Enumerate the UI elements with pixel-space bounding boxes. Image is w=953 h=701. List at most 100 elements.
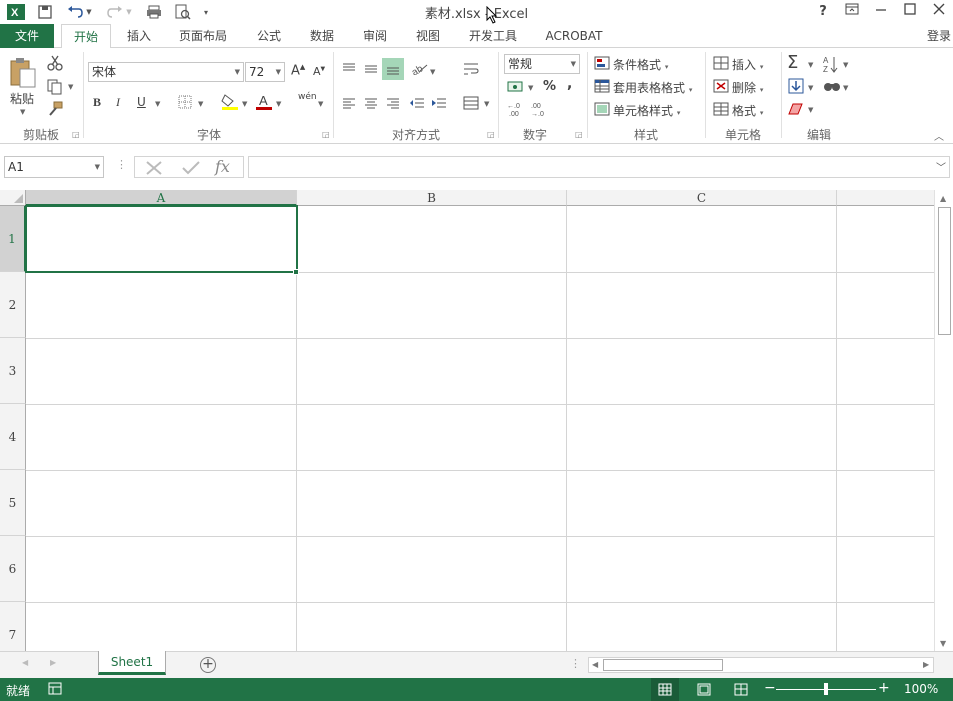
fill-icon[interactable]: [787, 78, 805, 94]
autosum-dropdown-icon[interactable]: ▼: [808, 61, 813, 69]
copy-dropdown-icon[interactable]: ▼: [68, 83, 73, 91]
align-right-icon[interactable]: [384, 95, 402, 111]
row-header-5[interactable]: 5: [0, 470, 26, 536]
clear-icon[interactable]: [787, 101, 805, 117]
ribbon-display-icon[interactable]: [841, 2, 863, 22]
increase-decimal-icon[interactable]: ←.0.00: [506, 101, 524, 117]
wrap-text-icon[interactable]: [461, 60, 481, 78]
tab-developer[interactable]: 开发工具: [462, 24, 524, 48]
font-launcher-icon[interactable]: ◲: [322, 130, 330, 139]
format-as-table-icon[interactable]: [593, 78, 611, 94]
row-header-3[interactable]: 3: [0, 338, 26, 404]
minimize-icon[interactable]: [870, 2, 892, 22]
clear-dropdown-icon[interactable]: ▼: [808, 106, 813, 114]
format-cells-icon[interactable]: [712, 101, 730, 117]
conditional-format-icon[interactable]: [593, 55, 611, 71]
tab-review[interactable]: 审阅: [354, 24, 396, 48]
row-header-6[interactable]: 6: [0, 536, 26, 602]
zoom-slider-thumb[interactable]: [824, 683, 828, 695]
bold-button[interactable]: B: [93, 95, 101, 110]
horizontal-scroll-thumb[interactable]: [603, 659, 723, 671]
tab-home[interactable]: 开始: [61, 24, 111, 49]
fill-color-dropdown-icon[interactable]: ▼: [242, 100, 247, 108]
zoom-in-icon[interactable]: +: [878, 680, 890, 696]
delete-cells-icon[interactable]: [712, 78, 730, 94]
tab-page-layout[interactable]: 页面布局: [172, 24, 234, 48]
clipboard-launcher-icon[interactable]: ◲: [72, 130, 80, 139]
format-cells-button[interactable]: 格式 ▾: [732, 102, 763, 119]
macro-record-icon[interactable]: [48, 682, 62, 698]
cut-icon[interactable]: [46, 55, 64, 71]
scroll-sheets-right-icon[interactable]: ▶: [50, 658, 56, 667]
font-name-select[interactable]: 宋体 ▼: [88, 62, 244, 82]
tab-insert[interactable]: 插入: [118, 24, 160, 48]
normal-view-icon[interactable]: [651, 678, 679, 701]
align-center-icon[interactable]: [362, 95, 380, 111]
cell-styles-icon[interactable]: [593, 101, 611, 117]
alignment-launcher-icon[interactable]: ◲: [487, 130, 495, 139]
number-format-select[interactable]: 常规 ▼: [504, 54, 580, 74]
cancel-entry-icon[interactable]: [145, 160, 163, 176]
confirm-entry-icon[interactable]: [181, 160, 201, 176]
delete-cells-button[interactable]: 删除 ▾: [732, 79, 763, 96]
align-top-icon[interactable]: [340, 60, 358, 76]
format-painter-icon[interactable]: [46, 101, 64, 117]
font-color-icon[interactable]: A: [255, 93, 273, 111]
find-select-icon[interactable]: [822, 78, 842, 94]
fill-handle[interactable]: [293, 269, 299, 275]
scroll-right-icon[interactable]: ▶: [923, 660, 929, 669]
increase-font-icon[interactable]: A▲: [291, 63, 305, 78]
underline-button[interactable]: U: [137, 95, 146, 109]
fill-dropdown-icon[interactable]: ▼: [808, 84, 813, 92]
insert-function-icon[interactable]: fx: [215, 157, 230, 176]
decrease-decimal-icon[interactable]: .00 →.0: [530, 101, 548, 117]
number-launcher-icon[interactable]: ◲: [575, 130, 583, 139]
decrease-indent-icon[interactable]: [408, 95, 426, 111]
accounting-dropdown-icon[interactable]: ▼: [528, 84, 533, 92]
zoom-level[interactable]: 100%: [904, 682, 938, 696]
increase-indent-icon[interactable]: [430, 95, 448, 111]
orientation-icon[interactable]: ab: [409, 60, 429, 76]
scroll-left-icon[interactable]: ◀: [592, 660, 598, 669]
selected-cell-a1[interactable]: [25, 205, 298, 273]
align-bottom-icon[interactable]: [382, 58, 404, 80]
accounting-format-icon[interactable]: [506, 79, 526, 95]
font-size-select[interactable]: 72 ▼: [245, 62, 285, 82]
align-left-icon[interactable]: [340, 95, 358, 111]
vertical-scroll-thumb[interactable]: [938, 207, 951, 335]
add-sheet-icon[interactable]: +: [200, 657, 216, 673]
worksheet-grid[interactable]: A B C 1 2 3 4 5 6 7: [0, 190, 934, 651]
cell-styles-button[interactable]: 单元格样式 ▾: [613, 102, 680, 119]
font-color-dropdown-icon[interactable]: ▼: [276, 100, 281, 108]
conditional-format-button[interactable]: 条件格式 ▾: [613, 56, 668, 73]
name-box[interactable]: A1 ▼: [4, 156, 104, 178]
sheet-tab-sheet1[interactable]: Sheet1: [98, 651, 166, 675]
scroll-sheets-left-icon[interactable]: ◀: [22, 658, 28, 667]
scroll-up-icon[interactable]: ▲: [940, 194, 946, 203]
italic-button[interactable]: I: [116, 95, 120, 110]
align-middle-icon[interactable]: [362, 60, 380, 76]
tab-view[interactable]: 视图: [407, 24, 449, 48]
row-header-4[interactable]: 4: [0, 404, 26, 470]
maximize-icon[interactable]: [899, 2, 921, 22]
paste-dropdown-icon[interactable]: ▼: [20, 108, 25, 116]
decrease-font-icon[interactable]: A▼: [313, 65, 325, 78]
row-header-2[interactable]: 2: [0, 272, 26, 338]
help-icon[interactable]: ?: [812, 2, 834, 22]
login-link[interactable]: 登录: [925, 24, 953, 48]
column-header-c[interactable]: C: [567, 190, 837, 206]
close-icon[interactable]: [928, 2, 950, 22]
sort-dropdown-icon[interactable]: ▼: [843, 61, 848, 69]
paste-icon[interactable]: [8, 56, 38, 90]
autosum-icon[interactable]: Σ: [787, 52, 798, 73]
horizontal-scrollbar[interactable]: ◀ ▶: [588, 657, 934, 673]
tab-formulas[interactable]: 公式: [248, 24, 290, 48]
merge-dropdown-icon[interactable]: ▼: [484, 100, 489, 108]
column-header-b[interactable]: B: [297, 190, 567, 206]
column-header-d[interactable]: [837, 190, 934, 206]
phonetic-dropdown-icon[interactable]: ▼: [318, 100, 323, 108]
find-dropdown-icon[interactable]: ▼: [843, 84, 848, 92]
underline-dropdown-icon[interactable]: ▼: [155, 100, 160, 108]
row-header-7[interactable]: 7: [0, 602, 26, 651]
merge-center-icon[interactable]: [461, 95, 481, 111]
